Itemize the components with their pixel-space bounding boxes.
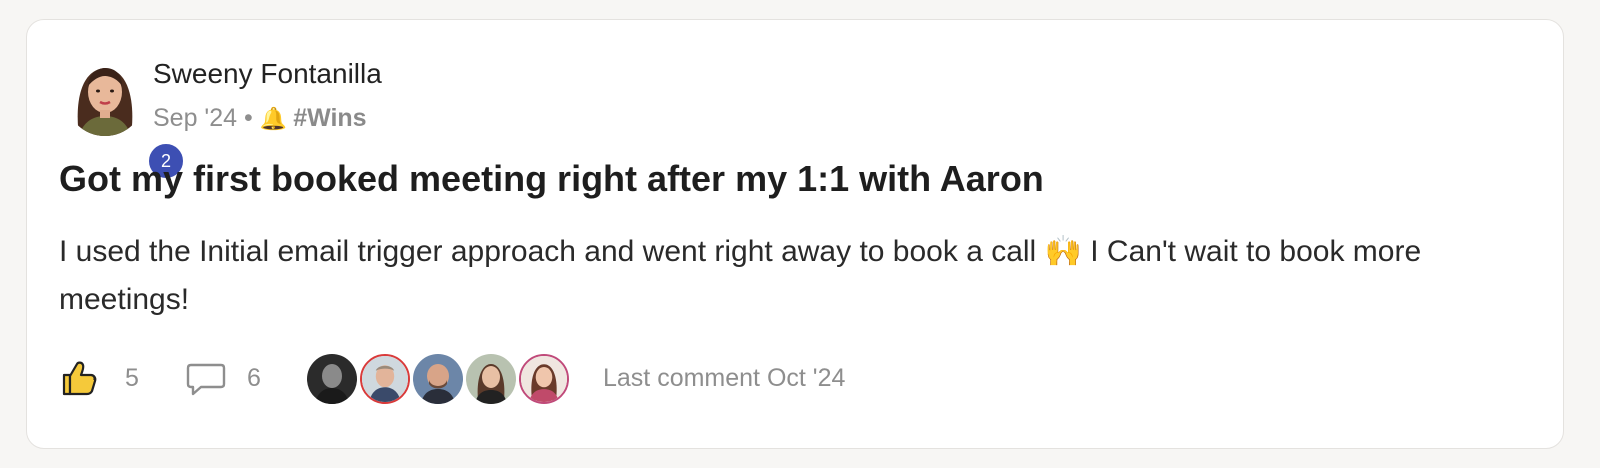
participant-avatar[interactable] [519,354,569,404]
post-card[interactable]: 2 Sweeny Fontanilla Sep '24 • 🔔 #Wins Go… [26,19,1564,449]
bell-icon: 🔔 [259,105,288,131]
participant-avatar[interactable] [466,354,516,404]
meta-separator: • [244,104,253,132]
post-date[interactable]: Sep '24 [153,104,237,133]
author-avatar[interactable] [65,56,145,136]
category-tag[interactable]: #Wins [293,104,366,133]
like-icon[interactable] [59,358,99,398]
participant-avatar[interactable] [307,354,357,404]
participant-avatar[interactable] [360,354,410,404]
post-title[interactable]: Got my first booked meeting right after … [59,158,1044,200]
like-count: 5 [125,364,139,392]
author-name[interactable]: Sweeny Fontanilla [153,58,382,90]
post-meta: Sep '24 • 🔔 #Wins [153,104,367,133]
post-body: I used the Initial email trigger approac… [59,235,1422,316]
comment-icon[interactable] [185,360,227,398]
comment-count: 6 [247,364,261,392]
participant-avatar[interactable] [413,354,463,404]
author-avatar-container[interactable]: 2 [65,56,185,180]
last-comment-date[interactable]: Last comment Oct '24 [603,364,845,393]
post-footer: 5 6 Last comment Oct '24 [59,354,1539,404]
